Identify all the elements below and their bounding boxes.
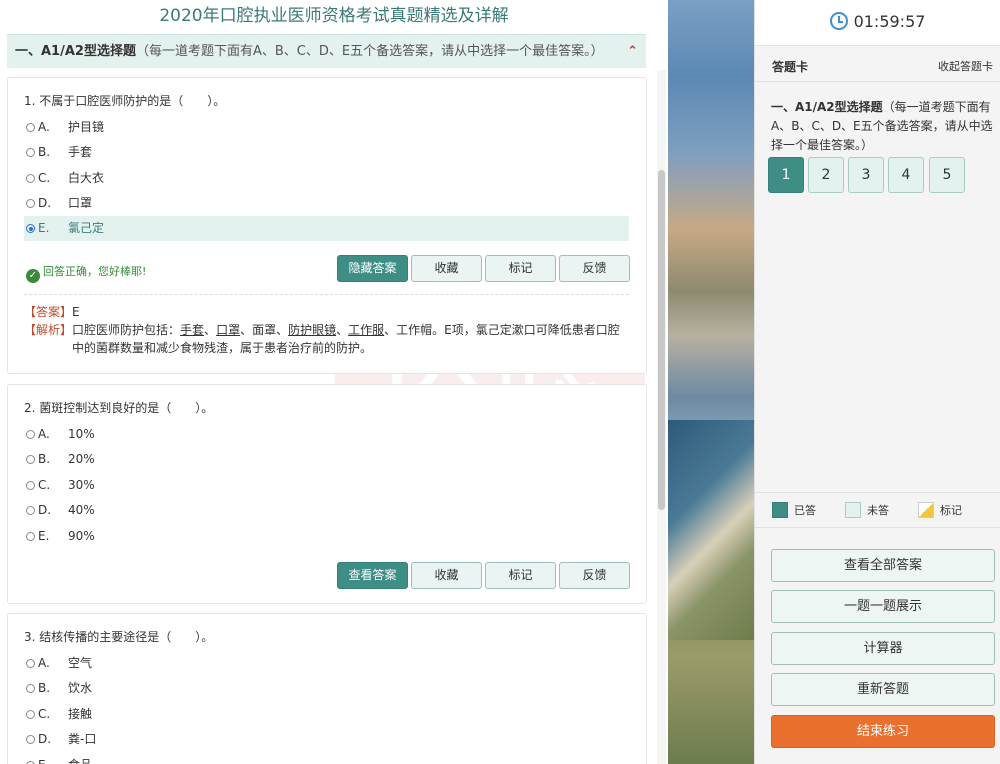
mark-button[interactable]: 标记 — [485, 255, 556, 282]
question-card-3: 3. 结核传播的主要途径是（ ）。 A.空气 B.饮水 C.接触 D.粪-口 E… — [7, 613, 647, 764]
divider — [24, 294, 629, 295]
favorite-button[interactable]: 收藏 — [411, 562, 482, 589]
option-b[interactable]: B. 饮水 — [24, 676, 629, 701]
answer-card-title: 答题卡 — [772, 60, 809, 74]
background-photo — [668, 0, 754, 764]
main-pane: 2020年口腔执业医师资格考试真题精选及详解 一、A1/A2型选择题（每一道考题… — [0, 0, 668, 764]
feedback-button[interactable]: 反馈 — [559, 255, 630, 282]
option-e[interactable]: E. 90% — [24, 524, 629, 549]
legend-unanswered: 未答 — [845, 493, 889, 529]
collapse-card-link[interactable]: 收起答题卡 — [938, 52, 993, 82]
legend-answered: 已答 — [772, 493, 816, 529]
radio-icon[interactable] — [26, 174, 35, 183]
option-a[interactable]: A. 空气 — [24, 651, 629, 676]
finish-practice-button[interactable]: 结束练习 — [771, 715, 995, 748]
answer-card-panel: 01:59:57 答题卡 收起答题卡 一、A1/A2型选择题（每一道考题下面有A… — [754, 0, 1000, 764]
status-legend: 已答 未答 标记 — [755, 492, 1000, 528]
option-d[interactable]: D. 口罩 — [24, 191, 629, 216]
radio-icon[interactable] — [26, 123, 35, 132]
section-description: （每一道考题下面有A、B、C、D、E五个备选答案，请从中选择一个最佳答案。） — [135, 44, 604, 59]
option-d[interactable]: D. 粪-口 — [24, 727, 629, 752]
question-stem: 3. 结核传播的主要途径是（ ）。 — [24, 630, 214, 644]
scrollbar[interactable] — [657, 70, 666, 764]
radio-icon[interactable] — [26, 659, 35, 668]
option-e-selected[interactable]: E. 氯己定 — [24, 216, 629, 241]
option-c[interactable]: C. 30% — [24, 473, 629, 498]
view-all-answers-button[interactable]: 查看全部答案 — [771, 549, 995, 582]
answered-swatch-icon — [772, 502, 788, 518]
option-b[interactable]: B. 20% — [24, 447, 629, 472]
page-title: 2020年口腔执业医师资格考试真题精选及详解 — [0, 0, 668, 34]
collapse-chevron-icon[interactable]: ⌃ — [627, 35, 638, 69]
radio-icon[interactable] — [26, 481, 35, 490]
option-e[interactable]: E.食品 — [24, 753, 629, 764]
show-answer-button[interactable]: 查看答案 — [337, 562, 408, 589]
card-section-text: 一、A1/A2型选择题（每一道考题下面有A、B、C、D、E五个备选答案，请从中选… — [771, 100, 993, 152]
radio-icon[interactable] — [26, 455, 35, 464]
mark-button[interactable]: 标记 — [485, 562, 556, 589]
legend-marked: 标记 — [918, 493, 962, 529]
radio-icon[interactable] — [26, 532, 35, 541]
radio-icon[interactable] — [26, 430, 35, 439]
favorite-button[interactable]: 收藏 — [411, 255, 482, 282]
check-icon: ✓ — [26, 269, 40, 283]
unanswered-swatch-icon — [845, 502, 861, 518]
answer-card-header: 答题卡 收起答题卡 — [755, 52, 1000, 82]
radio-icon[interactable] — [26, 684, 35, 693]
question-number-2[interactable]: 2 — [808, 157, 844, 193]
question-number-3[interactable]: 3 — [848, 157, 884, 193]
section-header[interactable]: 一、A1/A2型选择题（每一道考题下面有A、B、C、D、E五个备选答案，请从中选… — [7, 34, 646, 68]
option-b[interactable]: B. 手套 — [24, 140, 629, 165]
option-c[interactable]: C. 白大衣 — [24, 166, 629, 191]
radio-icon[interactable] — [26, 506, 35, 515]
section-title: 一、A1/A2型选择题 — [15, 44, 136, 59]
clock-icon — [829, 12, 848, 30]
timer-value: 01:59:57 — [853, 12, 926, 31]
question-number-5[interactable]: 5 — [929, 157, 965, 193]
radio-selected-icon[interactable] — [26, 224, 35, 233]
correct-feedback: ✓ 回答正确，您好棒耶! — [26, 264, 146, 283]
question-number-4[interactable]: 4 — [888, 157, 924, 193]
option-c[interactable]: C. 接触 — [24, 702, 629, 727]
marked-swatch-icon — [918, 502, 934, 518]
question-card-2: 2. 菌斑控制达到良好的是（ ）。 A. 10% B. 20% C. 30% D. 40… — [7, 384, 647, 604]
question-card-1: 1. 不属于口腔医师防护的是（ ）。 A. 护目镜 B. 手套 C. 白大衣 D. 口罩… — [7, 77, 647, 374]
calculator-button[interactable]: 计算器 — [771, 632, 995, 665]
analysis-text: 【解析】口腔医师防护包括：手套、口罩、面罩、防护眼镜、工作服、工作帽。E项，氯己… — [24, 323, 620, 355]
scrollbar-thumb[interactable] — [658, 170, 665, 510]
option-a[interactable]: A. 10% — [24, 422, 629, 447]
timer: 01:59:57 — [755, 0, 1000, 46]
question-stem: 1. 不属于口腔医师防护的是（ ）。 — [24, 94, 226, 108]
radio-icon[interactable] — [26, 148, 35, 157]
answer-line: 【答案】E — [24, 305, 80, 319]
radio-icon[interactable] — [26, 710, 35, 719]
radio-icon[interactable] — [26, 199, 35, 208]
feedback-button[interactable]: 反馈 — [559, 562, 630, 589]
restart-button[interactable]: 重新答题 — [771, 673, 995, 706]
radio-icon[interactable] — [26, 735, 35, 744]
option-a[interactable]: A. 护目镜 — [24, 115, 629, 140]
option-d[interactable]: D. 40% — [24, 498, 629, 523]
question-stem: 2. 菌斑控制达到良好的是（ ）。 — [24, 401, 214, 415]
question-number-1[interactable]: 1 — [768, 157, 804, 193]
hide-answer-button[interactable]: 隐藏答案 — [337, 255, 408, 282]
one-by-one-button[interactable]: 一题一题展示 — [771, 590, 995, 623]
coastline-image — [668, 420, 754, 640]
